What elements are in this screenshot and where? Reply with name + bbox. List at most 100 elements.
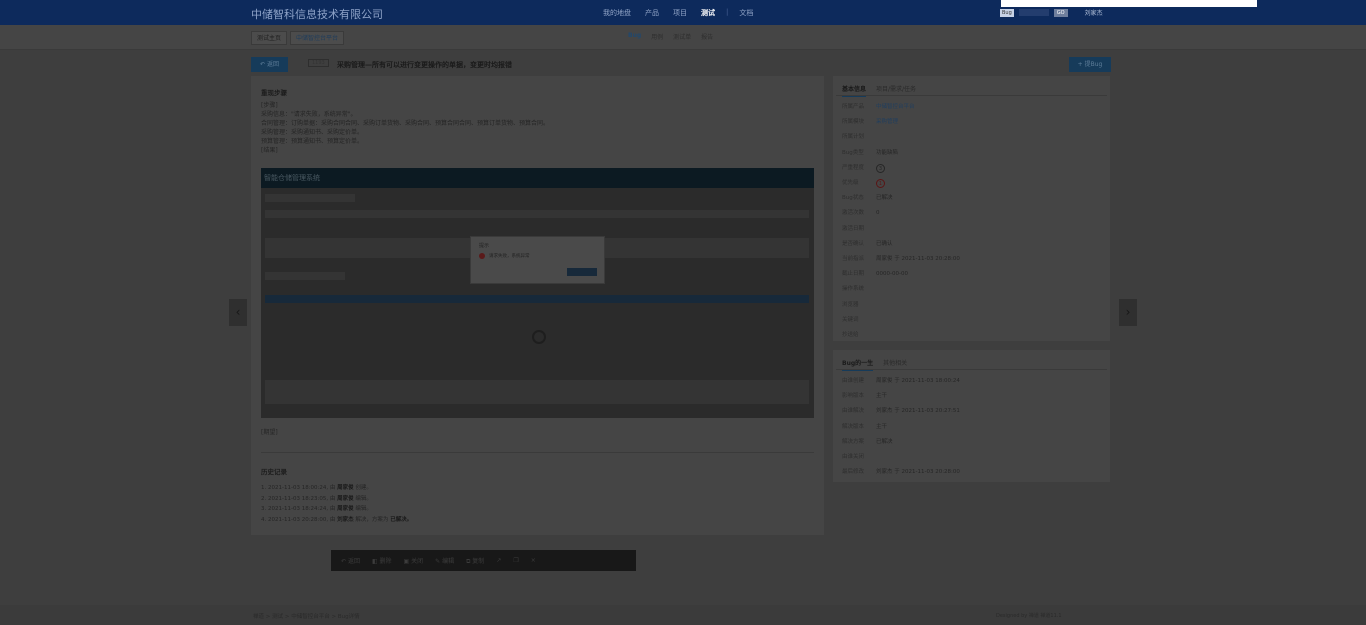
toolbar-external-icon[interactable]: ↗ — [496, 557, 501, 564]
toolbar-label: 复制 — [472, 557, 485, 565]
info-key: Bug类型 — [842, 149, 864, 156]
info-key: 所属产品 — [842, 104, 865, 110]
toolbar-delete-button[interactable]: ◧ 删除 — [372, 556, 392, 565]
steps-line: [结果] — [261, 147, 278, 154]
back-icon: ↶ — [260, 61, 267, 68]
info-key: 优先级 — [842, 180, 859, 187]
info-row: 抄送给 — [842, 328, 960, 343]
history-action: 编辑。 — [355, 495, 372, 502]
info-key: 所属模块 — [842, 119, 865, 126]
steps-line: [步骤] — [261, 102, 278, 109]
chevron-left-icon: ‹ — [235, 305, 241, 319]
screenshot-header: 智能仓储管理系统 — [261, 168, 814, 188]
toolbar-label: 返回 — [347, 558, 360, 565]
info-row: 操作系统 — [842, 282, 960, 297]
top-navbar: 中储智科信息技术有限公司 我的地盘 产品 项目 测试 | 文档 Bug GO 刘… — [0, 0, 1366, 25]
info-row: 激活次数 0 — [842, 206, 960, 221]
user-area: Bug GO 刘家杰 — [1000, 8, 1103, 17]
info-value: 已解决 — [876, 438, 893, 445]
info-row: 当前指派 周家俊 于 2021-11-03 20:28:00 — [842, 252, 960, 267]
product-link[interactable]: 中储智控台平台 — [876, 100, 915, 115]
toolbar-label: 删除 — [379, 558, 392, 565]
steps-line: 采购信息："请求失败，系统异常"。 — [261, 111, 357, 118]
module-link[interactable]: 采购管理 — [876, 115, 898, 130]
history-list: 1. 2021-11-03 18:00:24, 由 周家俊 创建。 2. 202… — [261, 483, 412, 525]
tab-case[interactable]: 用例 — [651, 32, 663, 41]
nav-test[interactable]: 测试 — [694, 8, 722, 18]
attached-screenshot[interactable]: 智能仓储管理系统 提示 请求失败，系统异常 — [261, 168, 814, 418]
prev-bug-button[interactable]: ‹ — [229, 299, 247, 326]
history-time: 2. 2021-11-03 18:23:05, 由 — [261, 495, 336, 502]
info-value: 0000-00-00 — [876, 271, 908, 278]
toolbar-label: 关闭 — [411, 558, 424, 565]
nav-project[interactable]: 项目 — [666, 8, 694, 18]
footer-version: Designed by 禅道 禅道11.1 — [996, 613, 1062, 619]
info-key: 操作系统 — [842, 286, 865, 293]
next-bug-button[interactable]: › — [1119, 299, 1137, 326]
search-type-select[interactable]: Bug — [1000, 8, 1014, 17]
info-value: 刘家杰 于 2021-11-03 20:28:00 — [876, 469, 960, 476]
back-label: 返回 — [266, 61, 279, 68]
info-row: 所属产品 中储智控台平台 — [842, 100, 960, 115]
nav-product[interactable]: 产品 — [638, 8, 666, 18]
info-key: Bug状态 — [842, 195, 864, 202]
info-key: 最后修改 — [842, 469, 865, 476]
info-row: 激活日期 — [842, 222, 960, 237]
info-key: 解决版本 — [842, 423, 865, 430]
toolbar-duplicate-icon[interactable]: ❐ — [513, 557, 518, 564]
tab-report[interactable]: 报告 — [701, 32, 713, 41]
info-value: 已解决 — [876, 195, 893, 202]
info-value: 功能缺陷 — [876, 149, 899, 156]
steps-line: 采购管理：采购通知书、采购定价单。 — [261, 129, 364, 136]
nav-divider: | — [726, 8, 729, 16]
tab-testtask[interactable]: 测试单 — [673, 32, 691, 41]
info-row: 所属计划 — [842, 130, 960, 145]
dialog-title: 提示 — [479, 243, 490, 249]
main-nav: 我的地盘 产品 项目 测试 | 文档 — [596, 8, 760, 18]
info-key: 是否确认 — [842, 240, 865, 247]
info-key: 关键词 — [842, 316, 859, 323]
info-value: 已确认 — [876, 240, 893, 247]
back-button[interactable]: ↶ 返回 — [251, 57, 288, 72]
history-user: 刘家杰 — [337, 516, 354, 523]
priority-badge: 1 — [876, 179, 885, 189]
steps-text: [步骤] 采购信息："请求失败，系统异常"。 合同管理：订购单据：采购合同合同、… — [261, 101, 549, 155]
search-input[interactable] — [1018, 9, 1049, 16]
toolbar-close-button[interactable]: ▣ 关闭 — [404, 556, 424, 565]
toolbar-x-button[interactable]: × — [531, 557, 536, 564]
history-user: 周家俊 — [337, 506, 354, 512]
info-key: 由谁关闭 — [842, 454, 865, 461]
history-action: 创建。 — [355, 485, 372, 491]
history-item: 2. 2021-11-03 18:23:05, 由 周家俊 编辑。 — [261, 494, 412, 505]
info-row: 解决版本 主干 — [842, 420, 960, 435]
info-row: 截止日期 0000-00-00 — [842, 267, 960, 282]
history-heading: 历史记录 — [261, 468, 287, 476]
toolbar-edit-button[interactable]: ✎ 编辑 — [435, 556, 454, 565]
test-home-button[interactable]: 测试主页 — [251, 31, 288, 45]
toolbar-back-button[interactable]: ↶ 返回 — [341, 556, 360, 565]
tab-bug[interactable]: Bug — [628, 32, 641, 41]
info-row: 浏览器 — [842, 298, 960, 313]
footer-breadcrumb[interactable]: 禅道 > 测试 > 中储智控台平台 > Bug详情 — [253, 612, 360, 620]
brand-logo[interactable]: 中储智科信息技术有限公司 — [251, 6, 383, 22]
search-go-button[interactable]: GO — [1053, 8, 1068, 17]
info-row: 是否确认 已确认 — [842, 237, 960, 252]
product-switch-button[interactable]: 中储智控台平台 — [290, 31, 345, 45]
toolbar-label: 编辑 — [442, 558, 455, 565]
info-value: 周家俊 于 2021-11-03 18:00:24 — [876, 378, 960, 384]
user-menu[interactable]: 刘家杰 — [1085, 8, 1103, 17]
toolbar-copy-button[interactable]: ⧉ 复制 — [466, 556, 484, 566]
history-time: 1. 2021-11-03 18:00:24, 由 — [261, 485, 336, 491]
new-bug-button[interactable]: + 提Bug — [1069, 57, 1111, 72]
info-key: 严重程度 — [842, 164, 865, 171]
history-action: 解决，方案为 — [355, 516, 389, 523]
nav-doc[interactable]: 文档 — [732, 8, 760, 18]
info-row: 解决方案 已解决 — [842, 435, 960, 450]
info-key: 当前指派 — [842, 256, 865, 263]
history-item: 1. 2021-11-03 18:00:24, 由 周家俊 创建。 — [261, 483, 412, 494]
lifecycle-list: 由谁创建 周家俊 于 2021-11-03 18:00:24 影响版本 主干 由谁解… — [842, 374, 960, 480]
screenshot-row — [265, 210, 809, 218]
history-user: 周家俊 — [337, 495, 354, 502]
history-user: 周家俊 — [337, 485, 354, 491]
nav-my[interactable]: 我的地盘 — [596, 8, 638, 18]
